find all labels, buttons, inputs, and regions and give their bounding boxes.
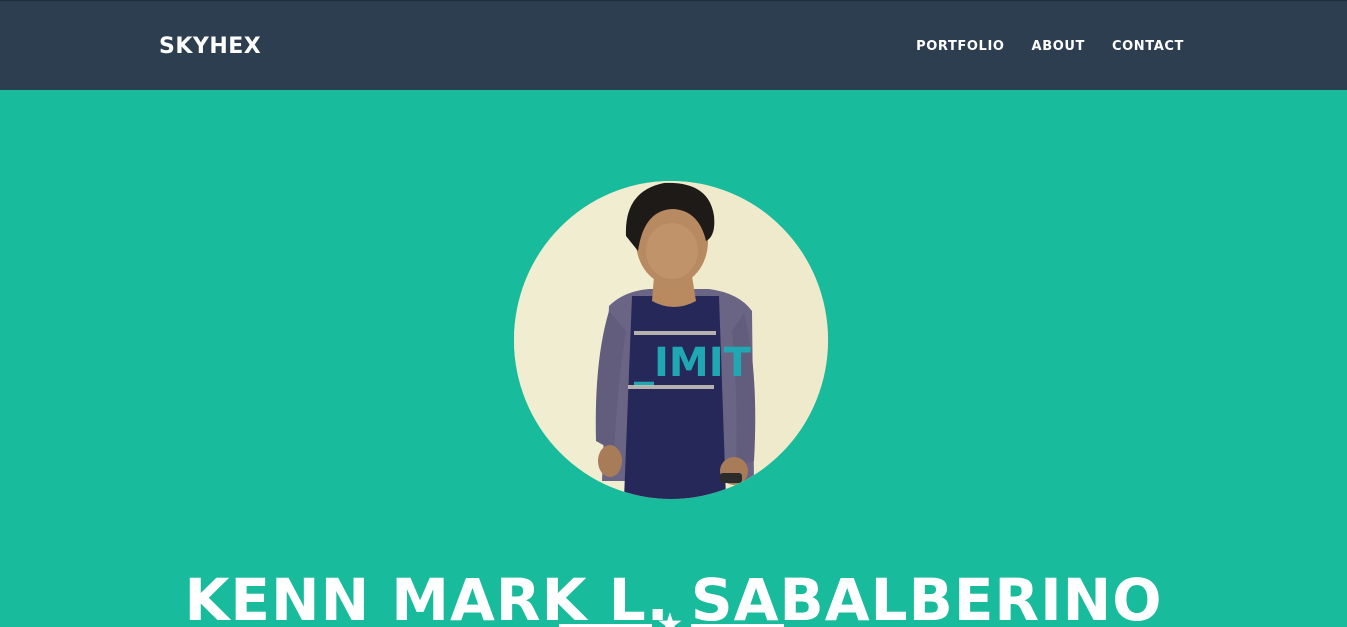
- profile-photo: _IMIT: [514, 181, 828, 499]
- nav-menu: PORTFOLIO ABOUT CONTACT: [889, 37, 1184, 57]
- profile-photo-illustration: _IMIT: [514, 181, 828, 499]
- brand-logo[interactable]: SKYHEX: [159, 31, 261, 63]
- navbar: SKYHEX PORTFOLIO ABOUT CONTACT: [0, 0, 1347, 90]
- nav-item-about[interactable]: ABOUT: [1032, 37, 1085, 57]
- star-icon: ★: [656, 607, 684, 627]
- nav-item-contact[interactable]: CONTACT: [1112, 37, 1184, 57]
- hero-section: _IMIT KENN MARK L. SABALBERINO ★: [0, 90, 1347, 627]
- star-divider: ★: [559, 610, 784, 627]
- nav-item-portfolio[interactable]: PORTFOLIO: [916, 37, 1004, 57]
- svg-text:_IMIT: _IMIT: [634, 340, 752, 386]
